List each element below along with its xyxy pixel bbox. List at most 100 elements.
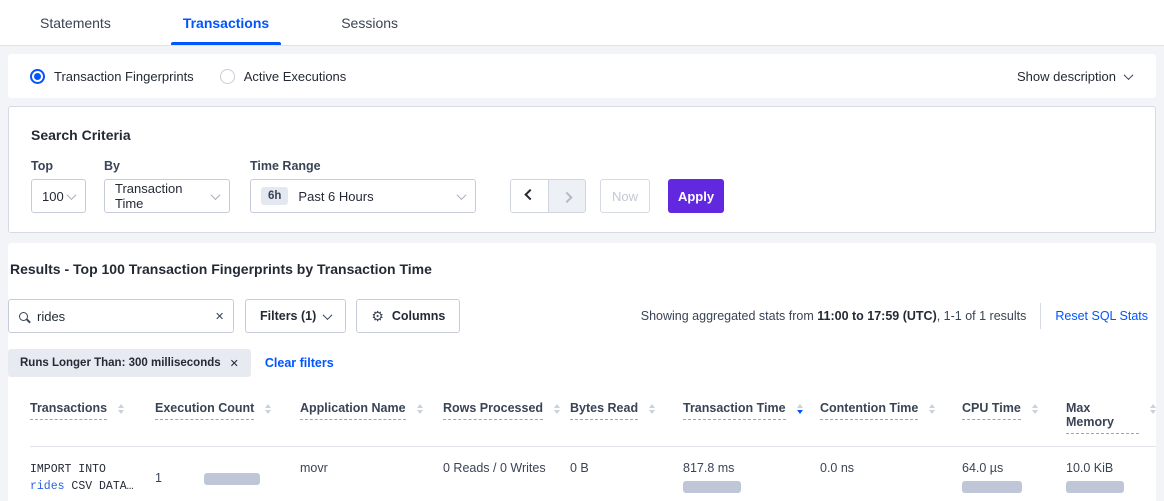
chevron-down-icon [457,190,467,200]
sort-icon [118,404,124,414]
transaction-time-cell: 817.8 ms [683,459,820,495]
execution-count-bar [204,473,260,485]
reset-sql-stats-link[interactable]: Reset SQL Stats [1055,309,1148,323]
filters-button[interactable]: Filters (1) [245,299,346,333]
radio-selected-icon [30,69,45,84]
top-field: Top 100 [31,159,86,213]
chevron-down-icon [1124,70,1134,80]
max-memory-cell: 10.0 KiB [1066,459,1156,495]
sort-desc-icon [797,404,803,414]
by-select-value: Transaction Time [115,181,212,211]
aggregated-stats-text: Showing aggregated stats from 11:00 to 1… [641,309,1027,323]
filter-chip-label: Runs Longer Than: 300 milliseconds [20,357,221,369]
clear-filters-link[interactable]: Clear filters [265,356,334,370]
by-label: By [104,159,230,173]
transaction-time-bar [683,481,741,493]
tab-transactions[interactable]: Transactions [173,3,279,45]
column-header-max-memory[interactable]: Max Memory [1066,401,1156,434]
top-select[interactable]: 100 [31,179,86,213]
time-range-nav [510,179,586,213]
show-description-toggle[interactable]: Show description [1017,69,1132,84]
transaction-fingerprint-cell[interactable]: IMPORT INTO rides CSV DATA… [30,459,155,495]
column-header-transactions[interactable]: Transactions [30,401,155,434]
radio-active-executions[interactable]: Active Executions [220,69,347,84]
chevron-right-icon [561,192,572,203]
time-range-label: Time Range [250,159,476,173]
cpu-time-value: 64.0 µs [962,461,1066,475]
sort-icon [929,404,935,414]
max-memory-bar [1066,481,1124,493]
cpu-time-cell: 64.0 µs [962,459,1066,495]
sort-icon [554,404,560,414]
transactions-table: Transactions Execution Count Application… [8,391,1156,501]
page-tabbar: Statements Transactions Sessions [0,0,1164,46]
sql-line-1: IMPORT INTO [30,461,155,478]
by-field: By Transaction Time [104,159,230,213]
chevron-left-icon [524,189,535,200]
apply-button[interactable]: Apply [668,179,724,213]
search-icon [19,312,28,321]
remove-filter-icon[interactable]: ✕ [230,357,239,370]
tab-statements[interactable]: Statements [30,3,121,45]
column-header-execution-count[interactable]: Execution Count [155,401,300,434]
filters-button-label: Filters (1) [260,309,316,323]
clear-search-icon[interactable]: ✕ [213,308,226,325]
sql-line-2: rides CSV DATA… [30,478,155,495]
previous-interval-button[interactable] [511,180,548,212]
vertical-divider [1040,303,1041,329]
radio-label: Transaction Fingerprints [54,69,194,84]
next-interval-button[interactable] [548,180,585,212]
chevron-down-icon [211,190,221,200]
search-criteria-title: Search Criteria [31,127,1133,143]
sql-table-link[interactable]: rides [30,480,65,493]
gear-icon: ⚙ [371,309,384,323]
sort-icon [417,404,423,414]
sort-icon [649,404,655,414]
filter-chip: Runs Longer Than: 300 milliseconds ✕ [8,349,251,377]
table-header-row: Transactions Execution Count Application… [30,391,1156,447]
cpu-time-bar [962,481,1022,493]
chevron-down-icon [67,190,77,200]
sort-icon [265,404,271,414]
time-range-badge: 6h [261,187,288,205]
time-range-value: Past 6 Hours [298,189,373,204]
time-range-field: Time Range 6h Past 6 Hours [250,159,476,213]
table-row: IMPORT INTO rides CSV DATA… 1 movr 0 Rea… [30,447,1156,501]
chevron-down-icon [323,310,333,320]
columns-button-label: Columns [392,309,445,323]
column-header-contention-time[interactable]: Contention Time [820,401,962,434]
tab-sessions[interactable]: Sessions [331,3,408,45]
results-search-box: ✕ [8,299,234,333]
show-description-label: Show description [1017,69,1116,84]
column-header-cpu-time[interactable]: CPU Time [962,401,1066,434]
results-search-input[interactable] [37,309,213,324]
results-section: Results - Top 100 Transaction Fingerprin… [8,243,1156,501]
application-name-cell: movr [300,459,443,495]
transaction-time-value: 817.8 ms [683,461,820,475]
execution-count-cell: 1 [155,459,300,495]
column-header-application-name[interactable]: Application Name [300,401,443,434]
column-header-rows-processed[interactable]: Rows Processed [443,401,570,434]
sort-icon [1032,404,1038,414]
bytes-read-cell: 0 B [570,459,683,495]
column-header-transaction-time[interactable]: Transaction Time [683,401,820,434]
now-button[interactable]: Now [600,179,650,213]
top-select-value: 100 [42,189,64,204]
by-select[interactable]: Transaction Time [104,179,230,213]
results-heading: Results - Top 100 Transaction Fingerprin… [8,261,1156,277]
radio-label: Active Executions [244,69,347,84]
view-toggle-strip: Transaction Fingerprints Active Executio… [8,54,1156,98]
contention-time-cell: 0.0 ns [820,459,962,495]
column-header-bytes-read[interactable]: Bytes Read [570,401,683,434]
execution-count-value: 1 [155,471,162,485]
time-range-select[interactable]: 6h Past 6 Hours [250,179,476,213]
sort-icon [1150,404,1156,414]
top-label: Top [31,159,86,173]
search-criteria-card: Search Criteria Top 100 By Transaction T… [8,106,1156,233]
max-memory-value: 10.0 KiB [1066,461,1156,475]
columns-button[interactable]: ⚙ Columns [356,299,460,333]
stats-area: Showing aggregated stats from 11:00 to 1… [641,303,1156,329]
rows-processed-cell: 0 Reads / 0 Writes [443,459,570,495]
radio-transaction-fingerprints[interactable]: Transaction Fingerprints [30,69,194,84]
radio-unselected-icon [220,69,235,84]
